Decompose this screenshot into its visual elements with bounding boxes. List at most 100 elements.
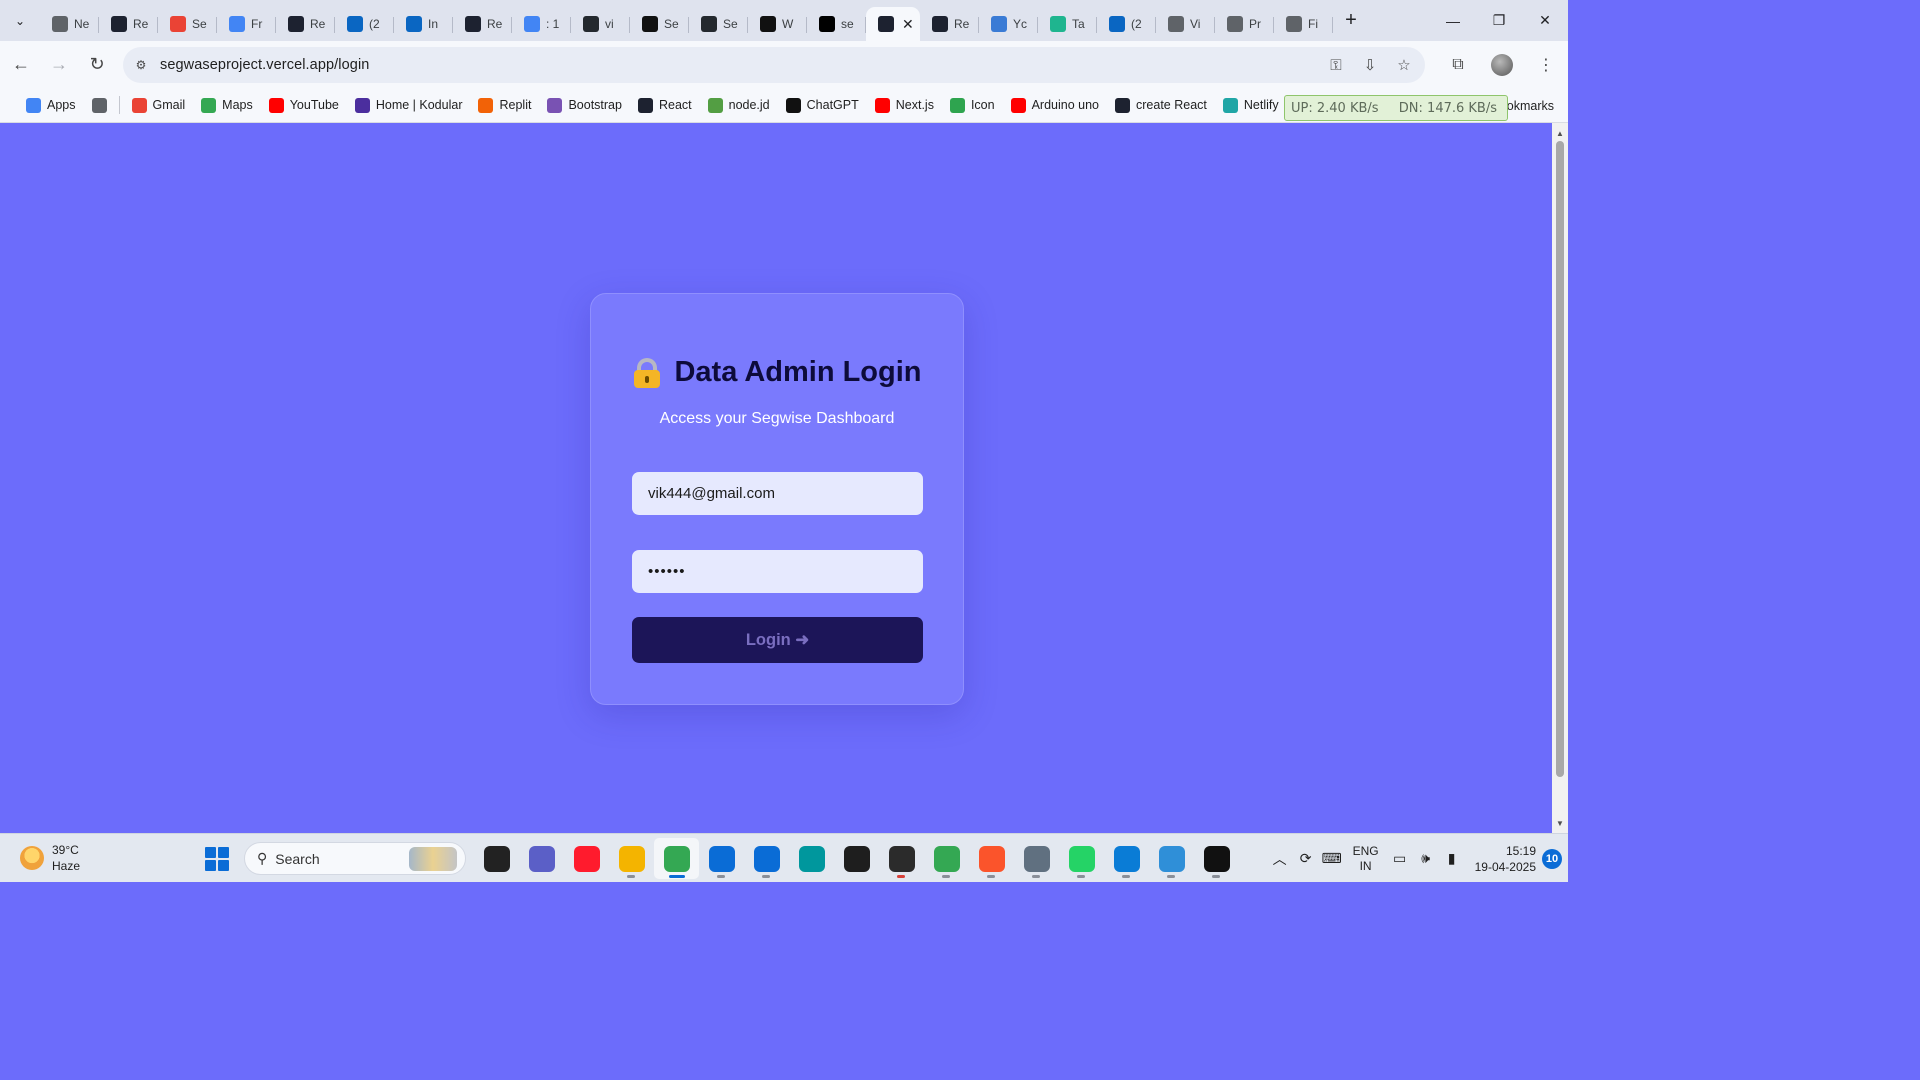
tab-title: Se [664, 17, 679, 31]
login-button[interactable]: Login ➜ [632, 617, 923, 663]
tab[interactable]: Re [99, 7, 158, 41]
taskbar-app[interactable] [474, 838, 519, 879]
taskbar-app[interactable] [1149, 838, 1194, 879]
tab[interactable]: se [807, 7, 866, 41]
taskbar-app[interactable] [879, 838, 924, 879]
tab-list: Ne Re Se Fr Re (2 In Re: 1 vi Se Se Wse ✕ Re Yc Ta (2 Vi P… [40, 0, 1333, 41]
taskbar-app[interactable] [519, 838, 564, 879]
bookmark-item[interactable]: create React [1107, 91, 1215, 119]
close-window-icon[interactable]: ✕ [1522, 0, 1568, 41]
taskbar-app[interactable] [609, 838, 654, 879]
extensions-puzzle-icon[interactable]: ⧉ [1436, 47, 1480, 83]
tab[interactable]: Re [453, 7, 512, 41]
whatsapp-icon [1068, 845, 1095, 872]
network-icon[interactable]: ▭ [1387, 844, 1413, 874]
bookmark-item[interactable]: Gmail [124, 91, 194, 119]
bookmark-item[interactable]: React [630, 91, 700, 119]
tab[interactable]: Re [920, 7, 979, 41]
tab[interactable]: : 1 [512, 7, 571, 41]
tab[interactable]: Ta [1038, 7, 1097, 41]
taskbar-app[interactable] [834, 838, 879, 879]
tab[interactable]: Se [689, 7, 748, 41]
profile-avatar[interactable] [1480, 47, 1524, 83]
taskbar-app[interactable] [924, 838, 969, 879]
tab[interactable]: vi [571, 7, 630, 41]
tab[interactable]: Fr [217, 7, 276, 41]
battery-icon[interactable]: ▮ [1439, 844, 1465, 874]
bookmark-star-icon[interactable]: ☆ [1391, 51, 1417, 79]
menu-kebab-icon[interactable]: ⋮ [1524, 47, 1568, 83]
taskbar-app[interactable] [564, 838, 609, 879]
new-tab-plus-icon[interactable]: + [1337, 7, 1365, 35]
taskbar-app[interactable] [969, 838, 1014, 879]
forward-arrow-icon[interactable]: → [42, 48, 76, 82]
bookmark-separator [118, 96, 120, 114]
bookmark-item[interactable]: YouTube [261, 91, 347, 119]
email-field[interactable] [632, 472, 923, 515]
taskbar-app[interactable] [789, 838, 834, 879]
taskbar-search[interactable]: ⚲ Search [244, 842, 466, 875]
tab[interactable]: W [748, 7, 807, 41]
scroll-thumb[interactable] [1556, 141, 1564, 777]
close-tab-icon[interactable]: ✕ [902, 16, 914, 33]
tab[interactable]: Ne [40, 7, 99, 41]
bookmark-item[interactable] [84, 91, 115, 119]
tab-active[interactable]: ✕ [866, 7, 920, 41]
input-language[interactable]: ENG IN [1353, 844, 1379, 874]
tab[interactable]: (2 [335, 7, 394, 41]
bookmark-item[interactable]: node.jd [700, 91, 778, 119]
clock[interactable]: 15:19 19-04-2025 [1475, 843, 1536, 875]
tab-search-chevron-icon[interactable]: ⌄ [6, 7, 34, 35]
site-info-tune-icon[interactable]: ⚙ [127, 51, 155, 79]
tab[interactable]: Fi [1274, 7, 1333, 41]
show-hidden-icons-chevron-icon[interactable]: ︿ [1267, 844, 1293, 874]
tab[interactable]: Pr [1215, 7, 1274, 41]
bookmark-item[interactable]: Bootstrap [539, 91, 630, 119]
keyboard-icon[interactable]: ⌨ [1319, 844, 1345, 874]
bookmark-item[interactable]: Home | Kodular [347, 91, 471, 119]
password-field[interactable] [632, 550, 923, 593]
bookmark-item[interactable]: Maps [193, 91, 261, 119]
volume-icon[interactable]: 🕪 [1413, 844, 1439, 874]
tab[interactable]: Se [630, 7, 689, 41]
tab[interactable]: Re [276, 7, 335, 41]
tab-title: Vi [1190, 17, 1201, 31]
taskbar-app[interactable] [744, 838, 789, 879]
taskbar-app[interactable] [1194, 838, 1239, 879]
bookmark-item[interactable]: Icon [942, 91, 1003, 119]
taskbar-app[interactable] [654, 838, 699, 879]
install-app-icon[interactable]: ⇩ [1357, 51, 1383, 79]
taskbar-app[interactable] [1104, 838, 1149, 879]
reload-icon[interactable]: ↻ [80, 48, 114, 82]
tab[interactable]: Se [158, 7, 217, 41]
address-bar[interactable]: ⚙ segwaseproject.vercel.app/login ⚿ ⇩ ☆ [123, 47, 1425, 83]
back-arrow-icon[interactable]: ← [4, 48, 38, 82]
bookmark-item[interactable]: Replit [470, 91, 539, 119]
scrollbar[interactable]: ▲ ▼ [1552, 123, 1568, 833]
tab[interactable]: In [394, 7, 453, 41]
weather-widget[interactable]: 39°C Haze [20, 842, 80, 874]
sync-icon[interactable]: ⟳ [1293, 844, 1319, 874]
tab[interactable]: Yc [979, 7, 1038, 41]
restore-icon[interactable]: ❐ [1476, 0, 1522, 41]
taskbar-app[interactable] [1059, 838, 1104, 879]
windows-start-icon[interactable] [205, 847, 229, 871]
url-text[interactable]: segwaseproject.vercel.app/login [160, 57, 369, 73]
scroll-up-arrow-icon[interactable]: ▲ [1552, 125, 1568, 141]
taskbar-app[interactable] [699, 838, 744, 879]
bookmark-item[interactable]: Arduino uno [1003, 91, 1107, 119]
bookmark-item[interactable]: Netlify [1215, 91, 1287, 119]
tab[interactable]: (2 [1097, 7, 1156, 41]
notification-badge[interactable]: 10 [1542, 848, 1562, 869]
github-icon [701, 16, 717, 32]
all-bookmarks-label[interactable]: okmarks [1507, 88, 1554, 123]
tab[interactable]: Vi [1156, 7, 1215, 41]
scroll-down-arrow-icon[interactable]: ▼ [1552, 815, 1568, 831]
bookmark-item[interactable]: Next.js [867, 91, 942, 119]
taskbar-app[interactable] [1014, 838, 1059, 879]
minimize-icon[interactable]: — [1430, 0, 1476, 41]
bookmark-item[interactable]: Apps [18, 91, 84, 119]
bookmark-item[interactable]: ChatGPT [778, 91, 867, 119]
search-highlight-image [409, 847, 457, 871]
password-key-icon[interactable]: ⚿ [1323, 51, 1349, 79]
